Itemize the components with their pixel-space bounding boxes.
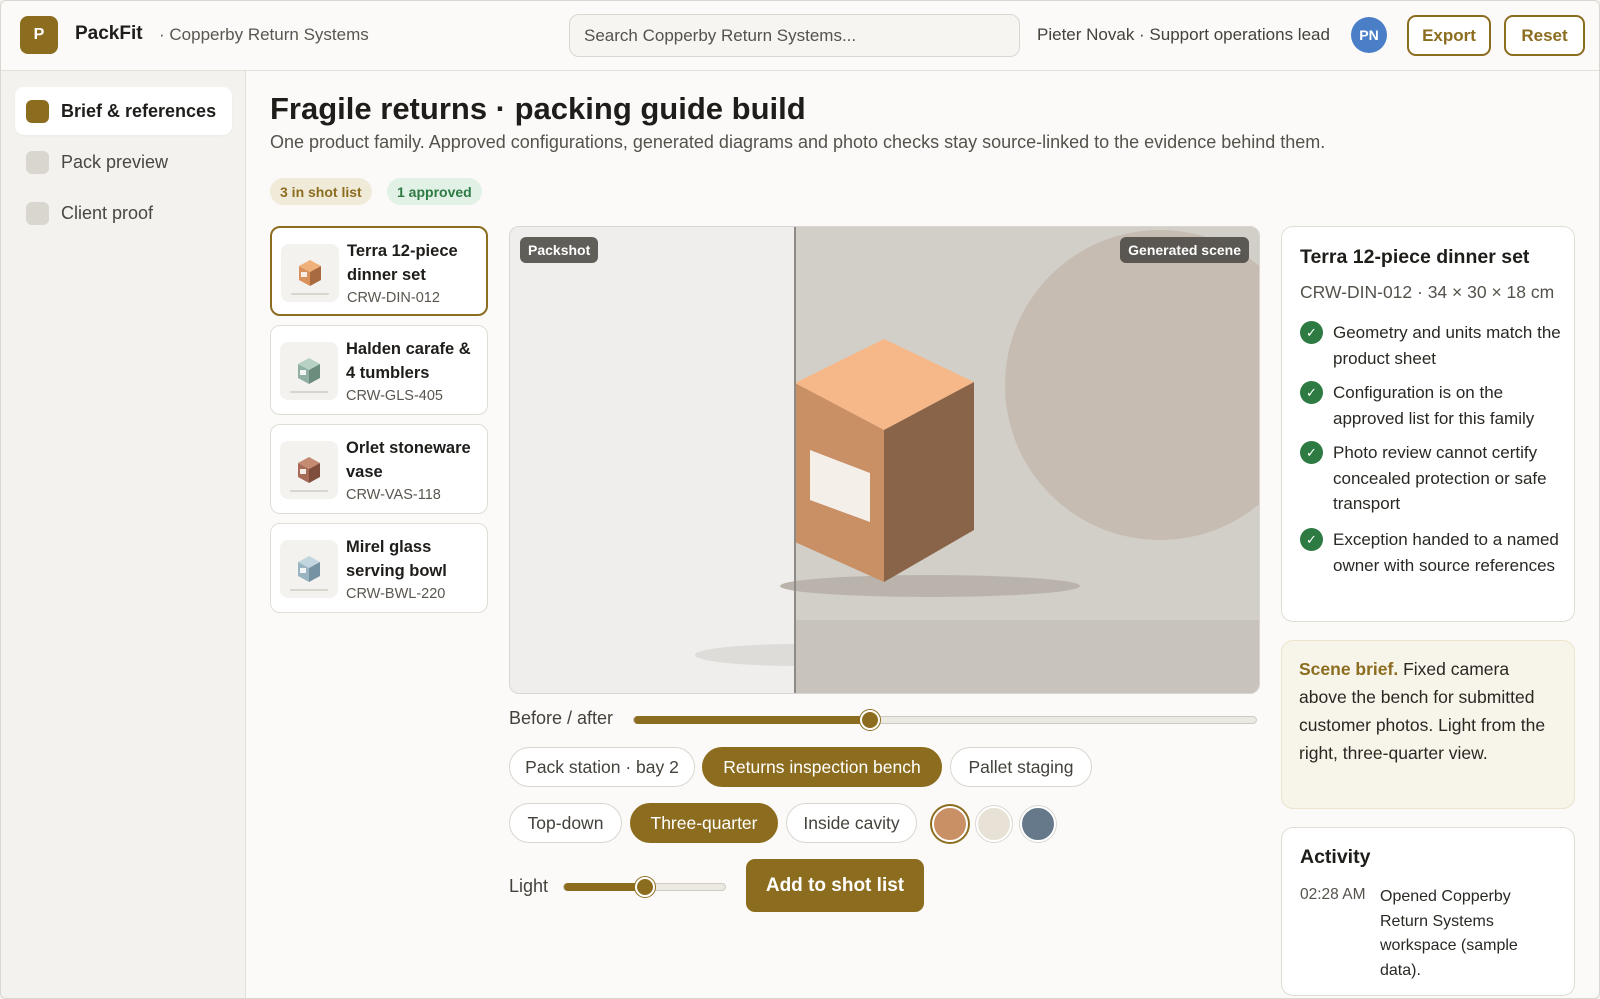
light-slider[interactable] xyxy=(563,877,726,897)
product-name: Mirel glass serving bowl xyxy=(346,538,447,580)
generated-scene-tag: Generated scene xyxy=(1120,237,1249,263)
activity-text: Opened Copperby Return Systems workspace… xyxy=(1380,888,1518,979)
sidebar-item-client-proof[interactable]: Client proof xyxy=(15,189,232,237)
comparison-stage[interactable]: Packshot Generated scene xyxy=(509,226,1260,694)
view-chip[interactable]: Top-down xyxy=(509,803,622,843)
avatar[interactable]: PN xyxy=(1351,17,1387,53)
org-name: · Copperby Return Systems xyxy=(159,25,369,44)
scene-illustration xyxy=(510,227,1259,693)
check-item: ✓ Geometry and units match the product s… xyxy=(1300,320,1570,371)
scene-brief-heading: Scene brief. xyxy=(1299,659,1399,679)
reset-button[interactable]: Reset xyxy=(1504,15,1585,56)
box-icon xyxy=(299,260,321,286)
sidebar-item-label: Brief & references xyxy=(61,100,217,121)
export-button[interactable]: Export xyxy=(1407,15,1491,56)
sidebar-item-label: Pack preview xyxy=(61,151,169,172)
activity-time: 02:28 AM xyxy=(1300,886,1366,903)
product-sku: CRW-GLS-405 xyxy=(346,388,443,404)
slider-handle[interactable] xyxy=(860,710,881,730)
product-card[interactable]: Mirel glass serving bowl CRW-BWL-220 xyxy=(270,523,488,613)
check-text: Exception handed to a named owner with s… xyxy=(1333,530,1559,575)
spec-panel: Terra 12-piece dinner set CRW-DIN-012 · … xyxy=(1281,226,1575,622)
view-chip[interactable]: Inside cavity xyxy=(786,803,917,843)
spec-title: Terra 12-piece dinner set xyxy=(1300,246,1530,268)
product-sku: CRW-BWL-220 xyxy=(346,586,446,602)
nav-dot-icon xyxy=(26,201,49,225)
nav-dot-icon xyxy=(26,150,49,174)
color-swatch[interactable] xyxy=(976,806,1012,842)
sidebar: Brief & references Pack preview Client p… xyxy=(1,71,246,998)
before-after-slider[interactable] xyxy=(633,710,1257,730)
product-card[interactable]: Orlet stoneware vase CRW-VAS-118 xyxy=(270,424,488,514)
user-name: Pieter Novak · Support operations lead xyxy=(1037,25,1330,44)
product-card[interactable]: Terra 12-piece dinner set CRW-DIN-012 xyxy=(270,226,488,316)
view-chip[interactable]: Three-quarter xyxy=(630,803,778,843)
product-card[interactable]: Halden carafe & 4 tumblers CRW-GLS-405 xyxy=(270,325,488,415)
check-text: Configuration is on the approved list fo… xyxy=(1333,383,1535,428)
add-to-shot-list-button[interactable]: Add to shot list xyxy=(746,859,924,912)
box-icon xyxy=(298,457,320,483)
product-thumbnail xyxy=(280,441,338,499)
packshot-tag: Packshot xyxy=(520,237,599,263)
search-input[interactable] xyxy=(569,14,1020,57)
slider-fill xyxy=(634,716,871,724)
check-item: ✓ Exception handed to a named owner with… xyxy=(1300,527,1570,578)
sidebar-item-brief[interactable]: Brief & references xyxy=(15,87,232,135)
page-subtitle: One product family. Approved configurati… xyxy=(270,132,1326,152)
scene-chip[interactable]: Pallet staging xyxy=(950,747,1092,787)
check-item: ✓ Configuration is on the approved list … xyxy=(1300,380,1570,431)
page-title: Fragile returns · packing guide build xyxy=(270,91,806,126)
product-thumbnail xyxy=(280,540,338,598)
product-thumbnail xyxy=(281,244,339,302)
color-swatch[interactable] xyxy=(932,806,968,842)
scene-chip[interactable]: Returns inspection bench xyxy=(702,747,942,787)
before-after-label: Before / after xyxy=(509,708,614,728)
brand-name: PackFit xyxy=(75,23,143,44)
product-name: Halden carafe & 4 tumblers xyxy=(346,340,471,382)
check-icon: ✓ xyxy=(1300,441,1323,464)
nav-dot-icon xyxy=(26,99,49,123)
light-label: Light xyxy=(509,876,549,896)
slider-fill xyxy=(564,883,645,891)
product-sku: CRW-DIN-012 xyxy=(347,290,440,306)
check-item: ✓ Photo review cannot certify concealed … xyxy=(1300,440,1570,517)
check-text: Photo review cannot certify concealed pr… xyxy=(1333,443,1547,513)
check-icon: ✓ xyxy=(1300,381,1323,404)
box-icon xyxy=(298,358,320,384)
activity-panel: Activity 02:28 AM Opened Copperby Return… xyxy=(1281,827,1575,996)
check-icon: ✓ xyxy=(1300,321,1323,344)
spec-dimensions: CRW-DIN-012 · 34 × 30 × 18 cm xyxy=(1300,282,1555,302)
product-thumbnail xyxy=(280,342,338,400)
color-swatch[interactable] xyxy=(1020,806,1056,842)
app-window: P PackFit · Copperby Return Systems Piet… xyxy=(0,0,1600,999)
shot-list-badge: 3 in shot list xyxy=(270,178,372,205)
product-sku: CRW-VAS-118 xyxy=(346,487,441,503)
check-text: Geometry and units match the product she… xyxy=(1333,323,1561,368)
slider-handle[interactable] xyxy=(634,877,655,897)
check-icon: ✓ xyxy=(1300,528,1323,551)
sidebar-item-label: Client proof xyxy=(61,202,154,223)
scene-chip[interactable]: Pack station · bay 2 xyxy=(509,747,695,787)
app-logo[interactable]: P xyxy=(20,16,58,54)
product-name: Orlet stoneware vase xyxy=(346,439,471,481)
product-name: Terra 12-piece dinner set xyxy=(347,242,458,284)
activity-title: Activity xyxy=(1300,846,1371,868)
box-icon xyxy=(298,556,320,582)
sidebar-item-pack-preview[interactable]: Pack preview xyxy=(15,138,232,186)
approved-badge: 1 approved xyxy=(387,178,482,205)
top-bar: P PackFit · Copperby Return Systems Piet… xyxy=(1,1,1599,71)
scene-brief: Scene brief. Fixed camera above the benc… xyxy=(1281,640,1575,809)
